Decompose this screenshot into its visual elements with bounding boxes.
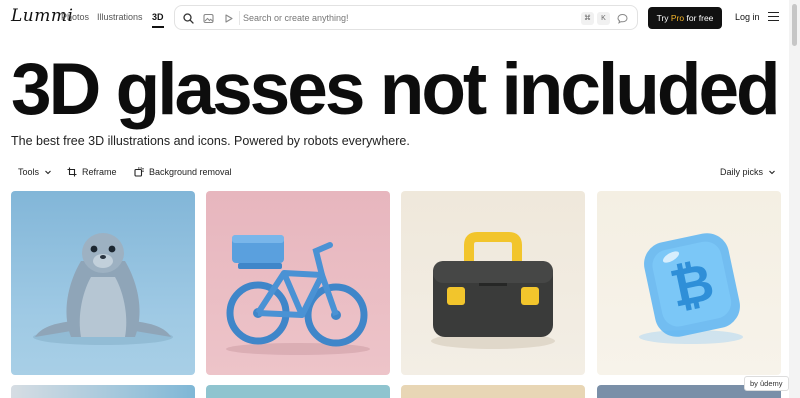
shortcut-k-key: K (597, 12, 610, 25)
gallery-card-partial[interactable] (206, 385, 390, 398)
gallery-card-partial[interactable] (11, 385, 195, 398)
hamburger-menu-icon[interactable] (768, 12, 779, 22)
gallery-card-seal[interactable] (11, 191, 195, 375)
tools-label: Tools (18, 167, 40, 177)
background-removal-label: Background removal (149, 167, 232, 177)
nav-illustrations[interactable]: Illustrations (97, 12, 143, 22)
seal-illustration (33, 233, 173, 345)
play-icon[interactable] (222, 12, 235, 25)
remove-background-icon (134, 167, 144, 177)
try-pro-button[interactable]: Try Pro for free (648, 7, 722, 29)
search-bar[interactable]: ⌘ K (174, 5, 638, 30)
nav-photos[interactable]: Photos (61, 12, 89, 22)
nav-3d[interactable]: 3D (152, 12, 164, 28)
background-removal-button[interactable]: Background removal (134, 167, 232, 177)
scrollbar-thumb[interactable] (792, 4, 797, 46)
sort-dropdown[interactable]: Daily picks (720, 167, 776, 177)
gallery-card-toolbox[interactable] (401, 191, 585, 375)
bicycle-illustration (226, 235, 370, 355)
page-scrollbar[interactable] (789, 0, 800, 398)
toolbox-illustration (431, 232, 555, 349)
bitcoin-illustration: ₿ (639, 233, 743, 344)
sort-label: Daily picks (720, 167, 764, 177)
top-header: Lummi Photos Illustrations 3D ⌘ K Try Pr… (0, 0, 800, 36)
pro-button-suffix: for free (684, 13, 714, 23)
shortcut-cmd-key: ⌘ (581, 12, 594, 25)
page-subtitle: The best free 3D illustrations and icons… (11, 134, 410, 148)
search-input[interactable] (243, 10, 563, 26)
sponsor-brand: ûdemy (760, 379, 783, 388)
chevron-down-icon (45, 170, 51, 175)
chat-icon[interactable] (616, 12, 629, 25)
gallery-card-bicycle[interactable] (206, 191, 390, 375)
sponsor-by: by (750, 379, 758, 388)
gallery-card-partial[interactable] (401, 385, 585, 398)
sponsor-badge[interactable]: by ûdemy (744, 376, 789, 391)
search-icon[interactable] (182, 12, 195, 25)
reframe-label: Reframe (82, 167, 117, 177)
crop-icon (67, 167, 77, 177)
page-title: 3D glasses not included (11, 49, 781, 130)
reframe-button[interactable]: Reframe (67, 167, 117, 177)
pro-button-prefix: Try (656, 13, 671, 23)
login-link[interactable]: Log in (735, 12, 760, 22)
search-divider (239, 11, 240, 25)
image-icon[interactable] (202, 12, 215, 25)
chevron-down-icon (769, 170, 775, 175)
gallery-card-bitcoin[interactable]: ₿ (597, 191, 781, 375)
pro-highlight: Pro (670, 13, 685, 23)
tools-dropdown[interactable]: Tools (18, 167, 52, 177)
